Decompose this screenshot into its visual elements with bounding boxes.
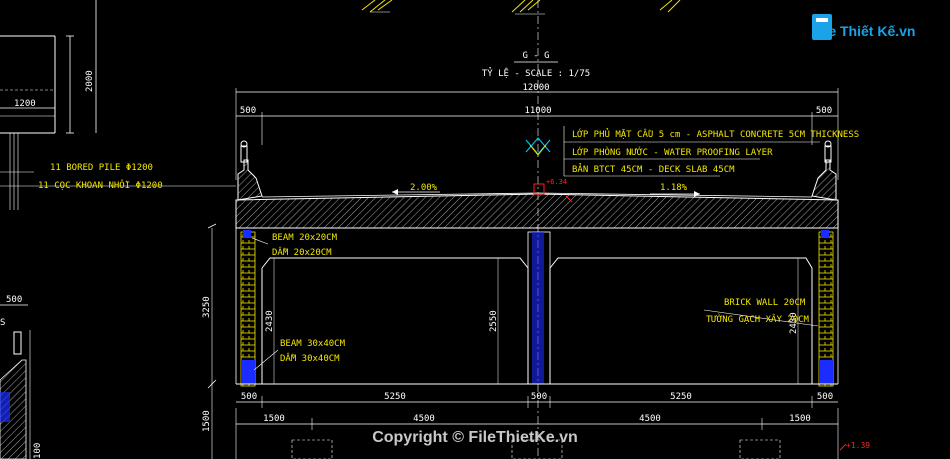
- dim-foot-1500-right: 1500: [789, 414, 811, 424]
- dim-bottom-500-mid: 500: [531, 392, 547, 402]
- copyright-watermark: Copyright © FileThietKe.vn: [372, 429, 578, 446]
- bottom-dimensions: 500 5250 500 5250 500 1500 4500 4500 150…: [202, 384, 870, 459]
- dim-2430-left: 2430: [265, 310, 275, 332]
- cad-drawing: 1200 2000 11 BORED PILE Φ1200 11 CỌC KHO…: [0, 0, 915, 459]
- slope-left: 2.00%: [410, 183, 438, 193]
- dim-bottom-500-left: 500: [241, 392, 257, 402]
- brick-vn: TƯỜNG GẠCH XÂY 20CM: [706, 313, 810, 325]
- slope-right: 1.18%: [660, 183, 688, 193]
- slab-label: BẢN BTCT 45CM - DECK SLAB 45CM: [572, 162, 735, 175]
- dim-11000: 11000: [524, 106, 551, 116]
- dim-bottom-5250-left: 5250: [384, 392, 406, 402]
- substructure: 3250 2430 2550 2430 BEAM 20x20CM DẦM 20x…: [202, 223, 839, 389]
- pile-label-en: 11 BORED PILE Φ1200: [50, 163, 153, 173]
- beam2-vn: DẦM 30x40CM: [280, 352, 340, 364]
- beam1-vn: DẦM 20x20CM: [272, 246, 332, 258]
- beam2-en: BEAM 30x40CM: [280, 339, 346, 349]
- dim-bottom-500-right: 500: [817, 392, 833, 402]
- top-fragments: [361, 0, 681, 15]
- section-scale: TỶ LỆ - SCALE : 1/75: [482, 66, 590, 79]
- small-s: S: [0, 318, 5, 328]
- dim-3250: 3250: [202, 296, 212, 318]
- dim-500-left: 500: [6, 295, 22, 305]
- brick-en: BRICK WALL 20CM: [724, 298, 806, 308]
- dim-foot-4500-left: 4500: [413, 414, 435, 424]
- dim-bottom-5250-right: 5250: [670, 392, 692, 402]
- dim-100: 100: [33, 443, 43, 459]
- pile-label-vn: 11 CỌC KHOAN NHỒI Φ1200: [38, 179, 163, 191]
- logo-text: File Thiết Kế.vn: [812, 23, 915, 39]
- dim-500-top-left: 500: [240, 106, 256, 116]
- dim-2550: 2550: [489, 310, 499, 332]
- dim-1200: 1200: [14, 99, 36, 109]
- dim-500-top-right: 500: [816, 106, 832, 116]
- beam1-en: BEAM 20x20CM: [272, 233, 338, 243]
- dim-foot-4500-right: 4500: [639, 414, 661, 424]
- section-title: G - G: [522, 51, 549, 61]
- elevation-bottom: +1.39: [846, 441, 870, 450]
- left-partial-view: 1200 2000 11 BORED PILE Φ1200 11 CỌC KHO…: [0, 0, 236, 459]
- elevation-top: +6.34: [546, 178, 567, 186]
- site-logo: File Thiết Kế.vn: [812, 14, 915, 40]
- asphalt-label: LỚP PHỦ MẶT CẦU 5 cm - ASPHALT CONCRETE …: [572, 127, 859, 140]
- dim-side-1500: 1500: [202, 410, 212, 432]
- waterproof-label: LỚP PHÒNG NƯỚC - WATER PROOFING LAYER: [572, 146, 773, 158]
- dim-foot-1500-left: 1500: [263, 414, 285, 424]
- layer-annotation: LỚP PHỦ MẶT CẦU 5 cm - ASPHALT CONCRETE …: [563, 126, 859, 177]
- dim-2000: 2000: [85, 70, 95, 92]
- dim-12000: 12000: [522, 83, 549, 93]
